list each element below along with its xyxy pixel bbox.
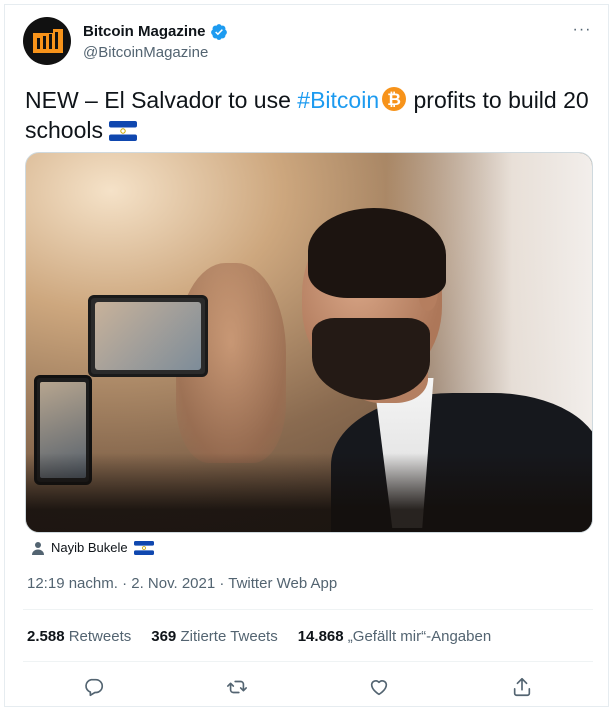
divider	[23, 661, 593, 662]
tweet-meta: 12:19 nachm. · 2. Nov. 2021 · Twitter We…	[27, 574, 337, 594]
display-name-text: Bitcoin Magazine	[83, 23, 206, 40]
author-handle[interactable]: @BitcoinMagazine	[83, 43, 228, 62]
retweet-icon	[226, 680, 247, 694]
divider	[23, 609, 593, 610]
tweet-photo[interactable]	[25, 152, 593, 533]
tweet-date[interactable]: 2. Nov. 2021	[131, 575, 215, 592]
author-names: Bitcoin Magazine @BitcoinMagazine	[83, 22, 228, 62]
tweet-stats: 2.588 Retweets 369 Zitierte Tweets 14.86…	[27, 627, 491, 647]
retweet-button[interactable]	[219, 669, 255, 705]
meta-separator: ·	[215, 575, 229, 592]
more-options-icon[interactable]: ···	[571, 21, 593, 41]
verified-badge-icon	[210, 23, 227, 40]
bitcoin-icon: ₿	[382, 87, 407, 111]
quotes-label: Zitierte Tweets	[180, 628, 278, 645]
retweets-stat[interactable]: 2.588 Retweets	[27, 627, 131, 647]
like-icon	[371, 680, 388, 696]
el-salvador-flag-icon	[109, 121, 138, 141]
likes-label: „Gefällt mir“-Angaben	[347, 628, 492, 645]
tagged-person-name: Nayib Bukele	[51, 540, 128, 555]
svg-text:₿: ₿	[387, 90, 401, 109]
display-name[interactable]: Bitcoin Magazine	[83, 22, 228, 41]
tweet-header: Bitcoin Magazine @BitcoinMagazine ···	[23, 17, 593, 69]
hashtag-link[interactable]: #Bitcoin	[297, 87, 379, 113]
avatar[interactable]	[23, 17, 71, 65]
tweet-actions	[23, 669, 593, 705]
tweet-source[interactable]: Twitter Web App	[228, 575, 337, 592]
reply-button[interactable]	[76, 669, 112, 705]
like-button[interactable]	[361, 669, 397, 705]
photo-beard	[312, 318, 430, 400]
tweet-text: NEW – El Salvador to use #Bitcoin ₿ profi…	[25, 85, 595, 145]
tagged-person[interactable]: Nayib Bukele	[31, 539, 154, 557]
photo-smartphone	[88, 295, 208, 377]
photo-shadow	[26, 453, 592, 532]
share-button[interactable]	[504, 669, 540, 705]
photo-hair	[308, 208, 446, 298]
retweets-label: Retweets	[68, 628, 132, 645]
tweet-text-part1: NEW – El Salvador to use	[25, 87, 298, 113]
retweets-count: 2.588	[27, 628, 65, 645]
bitcoin-magazine-logo	[33, 29, 63, 53]
quotes-count: 369	[151, 628, 177, 645]
reply-icon	[85, 678, 104, 697]
person-icon	[32, 542, 44, 555]
quote-tweets-stat[interactable]: 369 Zitierte Tweets	[151, 627, 277, 647]
tweet-card: Bitcoin Magazine @BitcoinMagazine ··· NE…	[4, 4, 609, 707]
el-salvador-flag-icon	[133, 541, 154, 555]
likes-stat[interactable]: 14.868 „Gefällt mir“-Angaben	[298, 627, 491, 647]
tweet-time[interactable]: 12:19 nachm.	[27, 575, 118, 592]
likes-count: 14.868	[297, 628, 344, 645]
share-icon	[513, 677, 530, 697]
meta-separator: ·	[117, 575, 132, 592]
